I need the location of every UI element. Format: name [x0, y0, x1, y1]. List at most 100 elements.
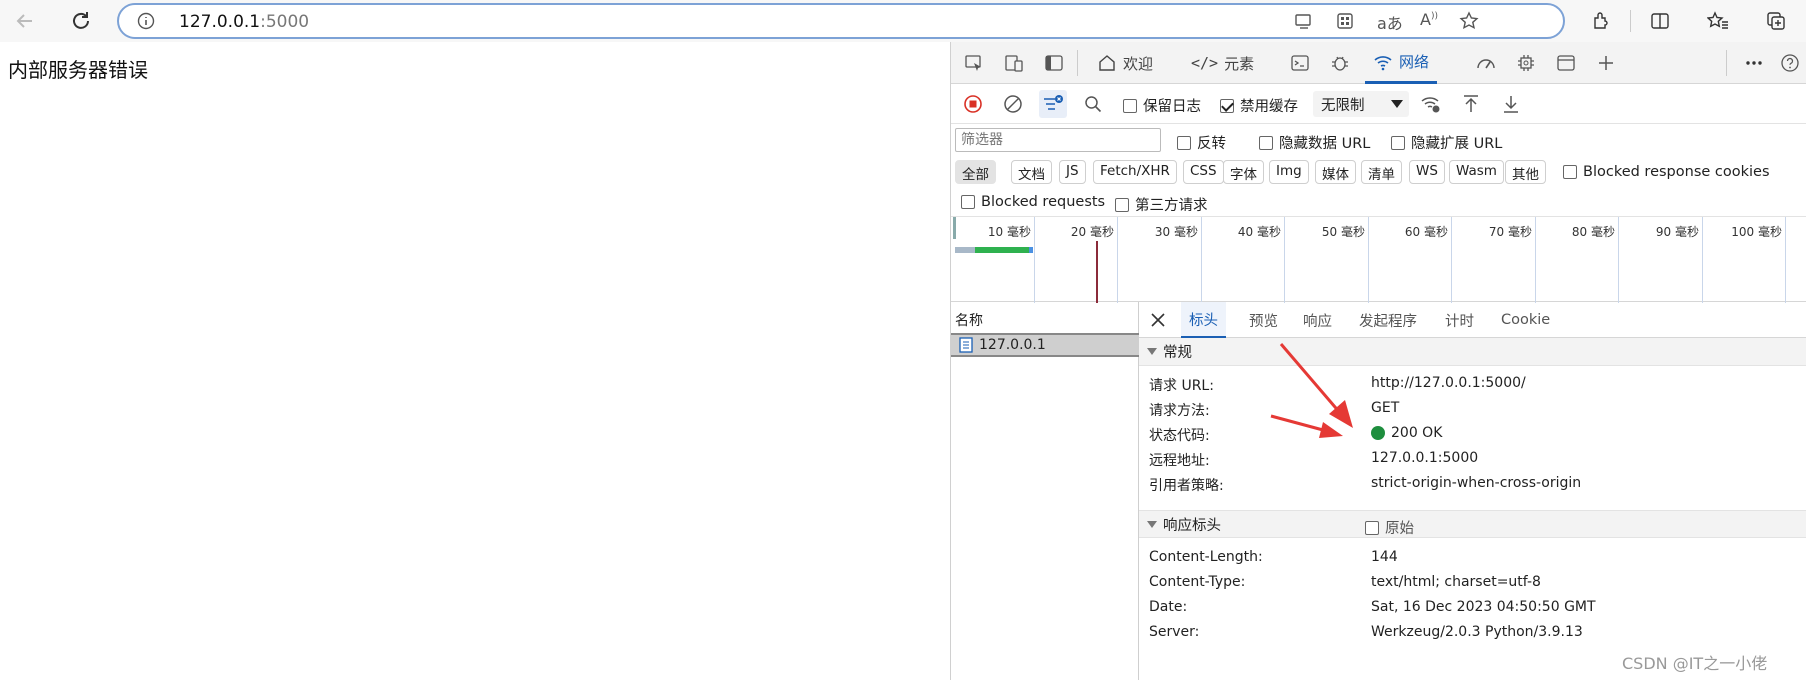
type-filter-font[interactable]: 字体 [1223, 160, 1264, 184]
response-headers-title: 响应标头 [1163, 517, 1221, 534]
invert-label: 反转 [1197, 136, 1226, 152]
record-stop-icon[interactable] [959, 90, 987, 118]
disable-cache-box[interactable] [1220, 98, 1234, 113]
header-value: Werkzeug/2.0.3 Python/3.9.13 [1371, 624, 1583, 640]
info-icon[interactable] [137, 12, 155, 30]
tab-timing[interactable]: 计时 [1445, 302, 1474, 338]
reload-icon[interactable] [66, 6, 96, 36]
response-headers-section-header[interactable]: 响应标头 [1139, 510, 1806, 538]
address-bar[interactable]: 127.0.0.1:5000 aあ A)) [117, 3, 1565, 39]
search-icon[interactable] [1079, 90, 1107, 118]
raw-headers-checkbox[interactable]: 原始 [1365, 517, 1414, 538]
read-aloud-icon[interactable]: A)) [1420, 10, 1438, 29]
type-filter-media[interactable]: 媒体 [1315, 160, 1356, 184]
tab-response[interactable]: 响应 [1303, 302, 1332, 338]
tab-headers[interactable]: 标头 [1181, 302, 1226, 338]
devtools-panel: 欢迎 </> 元素 网络 保留日志 禁用缓存 无限制 反转 隐藏数据 URL 隐藏… [950, 42, 1806, 680]
hide-data-urls-box[interactable] [1259, 135, 1273, 150]
app-available-icon[interactable] [1294, 12, 1314, 30]
blocked-response-cookies-checkbox[interactable]: Blocked response cookies [1563, 164, 1770, 180]
raw-headers-box[interactable] [1365, 520, 1379, 535]
type-filter-fetch-xhr[interactable]: Fetch/XHR [1093, 160, 1177, 184]
general-key: 请求 URL: [1149, 378, 1214, 394]
wifi-icon [1374, 55, 1392, 70]
header-key: Date: [1149, 599, 1188, 615]
tab-elements[interactable]: </> 元素 [1191, 42, 1254, 84]
filter-input[interactable] [955, 128, 1161, 152]
status-code-value: 200 OK [1371, 425, 1442, 441]
extensions-grid-icon[interactable] [1336, 12, 1354, 30]
timeline-gridline [1618, 217, 1619, 303]
split-screen-icon[interactable] [1645, 6, 1675, 36]
bug-icon[interactable] [1325, 48, 1355, 78]
invert-checkbox[interactable]: 反转 [1177, 132, 1226, 153]
blocked-response-cookies-box[interactable] [1563, 165, 1577, 179]
type-filter-js[interactable]: JS [1059, 160, 1086, 184]
third-party-label: 第三方请求 [1135, 198, 1208, 214]
disable-cache-checkbox[interactable]: 禁用缓存 [1220, 95, 1298, 116]
close-icon[interactable] [1149, 311, 1167, 329]
network-overview-timeline[interactable]: 10 毫秒 20 毫秒 30 毫秒 40 毫秒 50 毫秒 60 毫秒 70 毫… [951, 216, 1806, 303]
favorites-icon[interactable] [1703, 6, 1733, 36]
back-icon[interactable] [10, 6, 40, 36]
type-filter-ws[interactable]: WS [1409, 160, 1445, 184]
preserve-log-checkbox[interactable]: 保留日志 [1123, 95, 1201, 116]
url-host: 127.0.0.1 [179, 12, 261, 32]
hide-data-urls-label: 隐藏数据 URL [1279, 136, 1371, 152]
preserve-log-box[interactable] [1123, 98, 1137, 113]
more-options-icon[interactable] [1739, 48, 1769, 78]
general-key: 引用者策略: [1149, 478, 1224, 494]
tab-initiator[interactable]: 发起程序 [1359, 302, 1417, 338]
third-party-box[interactable] [1115, 197, 1129, 212]
memory-chip-icon[interactable] [1511, 48, 1541, 78]
translate-icon[interactable]: aあ [1377, 10, 1403, 34]
type-filter-wasm[interactable]: Wasm [1449, 160, 1504, 184]
request-name: 127.0.0.1 [979, 337, 1046, 353]
blocked-requests-checkbox[interactable]: Blocked requests [961, 194, 1105, 210]
type-filter-doc[interactable]: 文档 [1011, 160, 1052, 184]
help-icon[interactable] [1775, 48, 1805, 78]
hide-ext-urls-box[interactable] [1391, 135, 1405, 150]
type-filter-manifest[interactable]: 清单 [1361, 160, 1402, 184]
document-icon [959, 337, 973, 353]
tab-cookies[interactable]: Cookie [1501, 302, 1550, 338]
tab-preview[interactable]: 预览 [1249, 302, 1278, 338]
favorite-star-icon[interactable] [1459, 11, 1479, 31]
type-filter-all[interactable]: 全部 [955, 160, 996, 184]
add-tool-icon[interactable] [1591, 48, 1621, 78]
header-value: Sat, 16 Dec 2023 04:50:50 GMT [1371, 599, 1596, 615]
blocked-requests-box[interactable] [961, 195, 975, 209]
invert-box[interactable] [1177, 135, 1191, 150]
tab-network[interactable]: 网络 [1365, 42, 1438, 84]
clear-icon[interactable] [999, 90, 1027, 118]
collections-icon[interactable] [1761, 6, 1791, 36]
network-conditions-icon[interactable] [1417, 90, 1445, 118]
detail-tab-bar: 标头 预览 响应 发起程序 计时 Cookie [1139, 302, 1806, 338]
name-column-header[interactable]: 名称 [955, 310, 983, 330]
timeline-tick-label: 40 毫秒 [1237, 225, 1281, 239]
hide-ext-urls-checkbox[interactable]: 隐藏扩展 URL [1391, 132, 1502, 153]
dock-side-icon[interactable] [1039, 48, 1069, 78]
application-panel-icon[interactable] [1551, 48, 1581, 78]
timeline-gridline [1034, 217, 1035, 303]
performance-icon[interactable] [1471, 48, 1501, 78]
tab-elements-label: 元素 [1224, 54, 1255, 73]
hide-data-urls-checkbox[interactable]: 隐藏数据 URL [1259, 132, 1370, 153]
inspect-element-icon[interactable] [959, 48, 989, 78]
timeline-tick-label: 60 毫秒 [1404, 225, 1448, 239]
import-har-icon[interactable] [1457, 90, 1485, 118]
request-row[interactable]: 127.0.0.1 [951, 333, 1139, 357]
extensions-puzzle-icon[interactable] [1586, 6, 1616, 36]
general-section-header[interactable]: 常规 [1139, 338, 1806, 366]
timeline-tick-label: 50 毫秒 [1321, 225, 1365, 239]
filter-toggle-icon[interactable] [1039, 90, 1067, 118]
export-har-icon[interactable] [1497, 90, 1525, 118]
console-icon[interactable] [1285, 48, 1315, 78]
tab-welcome[interactable]: 欢迎 [1097, 42, 1153, 84]
type-filter-css[interactable]: CSS [1183, 160, 1224, 184]
type-filter-img[interactable]: Img [1269, 160, 1309, 184]
type-filter-other[interactable]: 其他 [1505, 160, 1546, 184]
throttling-select[interactable]: 无限制 [1313, 91, 1409, 117]
third-party-checkbox[interactable]: 第三方请求 [1115, 194, 1208, 215]
device-toolbar-icon[interactable] [999, 48, 1029, 78]
